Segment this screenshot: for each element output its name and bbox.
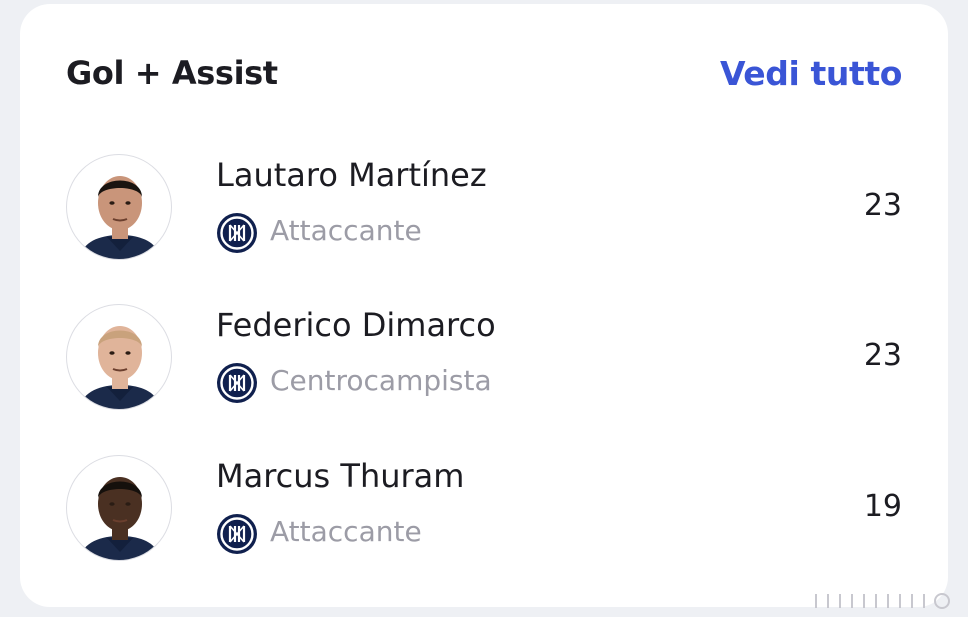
goals-assists-count: 23 (863, 188, 902, 223)
player-role: Attaccante (270, 214, 422, 247)
more-indicator-icon (815, 593, 950, 609)
player-name: Lautaro Martínez (216, 156, 487, 194)
player-row[interactable]: Federico Dimarco Centrocampista 23 (66, 304, 902, 424)
goals-assists-count: 23 (863, 338, 902, 373)
player-avatar (66, 455, 172, 561)
card-header: Gol + Assist Vedi tutto (66, 48, 902, 98)
inter-club-icon (217, 213, 257, 253)
player-avatar (66, 304, 172, 410)
see-all-link[interactable]: Vedi tutto (720, 54, 902, 93)
goals-assists-count: 19 (863, 489, 902, 524)
player-name: Marcus Thuram (216, 457, 465, 495)
player-row[interactable]: Lautaro Martínez Attaccante 23 (66, 154, 902, 274)
player-name: Federico Dimarco (216, 306, 496, 344)
player-row[interactable]: Marcus Thuram Attaccante 19 (66, 455, 902, 575)
player-role: Centrocampista (270, 364, 492, 397)
inter-club-icon (217, 363, 257, 403)
top-scorers-card: Gol + Assist Vedi tutto Lautaro Martínez… (20, 4, 948, 607)
player-avatar (66, 154, 172, 260)
card-title: Gol + Assist (66, 54, 278, 92)
player-role: Attaccante (270, 515, 422, 548)
inter-club-icon (217, 514, 257, 554)
